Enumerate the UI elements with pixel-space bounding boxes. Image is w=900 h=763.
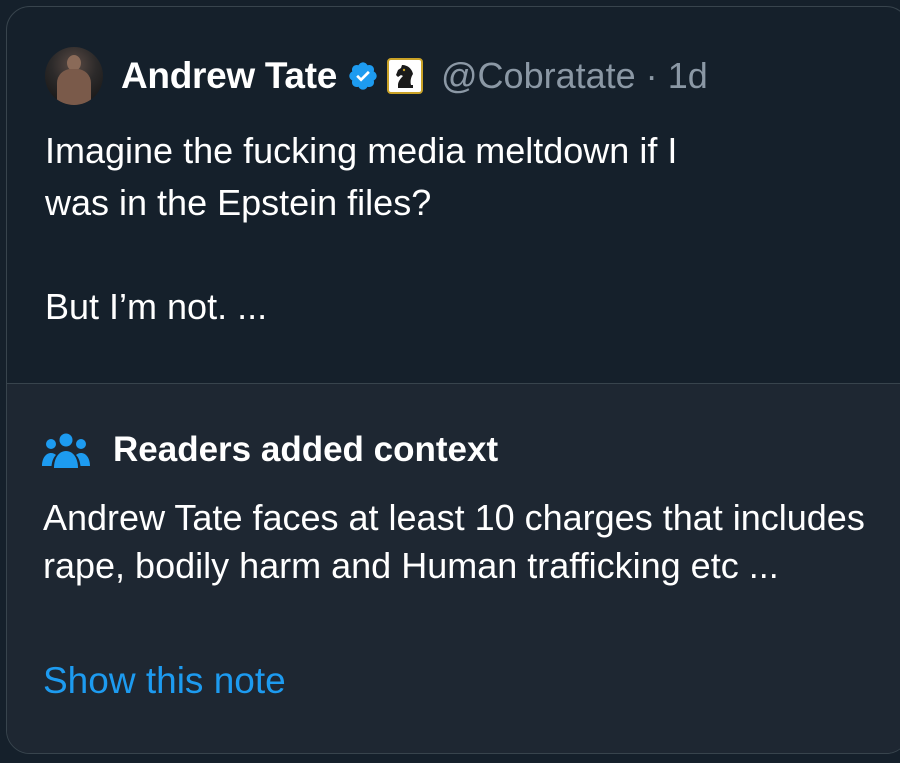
separator-dot: · <box>645 55 658 96</box>
community-note[interactable]: Readers added context Andrew Tate faces … <box>7 383 900 753</box>
tweet-time[interactable]: 1d <box>668 55 708 96</box>
author-name[interactable]: Andrew Tate <box>121 55 337 97</box>
chess-knight-icon[interactable] <box>387 58 423 94</box>
people-icon <box>42 433 90 468</box>
tweet-text: Imagine the fucking media meltdown if I … <box>45 130 678 327</box>
author-handle[interactable]: @Cobratate · 1d <box>441 55 708 97</box>
show-note-link[interactable]: Show this note <box>43 660 286 702</box>
avatar-torso-shape <box>57 69 91 105</box>
community-note-header: Readers added context <box>41 430 498 470</box>
tweet-card[interactable]: Andrew Tate @Cobratate · 1d Imagine the … <box>6 6 900 754</box>
verified-badge-icon[interactable] <box>347 60 379 92</box>
community-note-body: Andrew Tate faces at least 10 charges th… <box>43 497 865 586</box>
community-note-title: Readers added context <box>113 430 499 469</box>
handle-text: @Cobratate <box>441 55 636 96</box>
tweet-header: Andrew Tate @Cobratate · 1d <box>45 45 708 107</box>
avatar[interactable] <box>45 47 103 105</box>
